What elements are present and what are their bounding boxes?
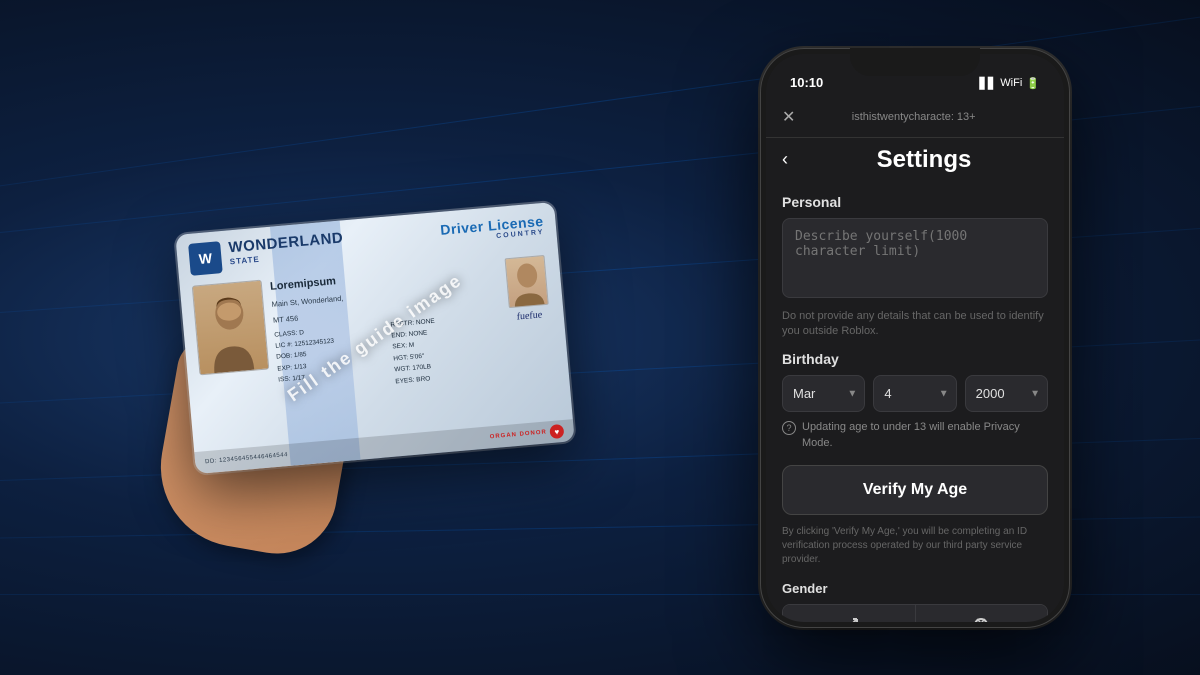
gender-row <box>782 604 1048 621</box>
card-photo2 <box>504 254 548 307</box>
close-button[interactable]: ✕ <box>782 107 795 127</box>
month-select-wrap: JanFebMar AprMayJun JulAugSep OctNovDec … <box>782 375 865 412</box>
phone-content: Personal Do not provide any details that… <box>766 182 1064 622</box>
organ-donor-text: ORGAN DONOR <box>489 429 547 440</box>
phone-nav-bar: ‹ Settings <box>766 138 1064 182</box>
card-info: Loremipsum Main St, Wonderland, MT 456 C… <box>269 259 504 397</box>
phone-top-bar: ✕ isthistwentycharacte: 13+ <box>766 98 1064 138</box>
page-title: Settings <box>800 146 1048 174</box>
scene: Fill the guide image W WONDERLAND STATE … <box>0 0 1200 675</box>
month-select[interactable]: JanFebMar AprMayJun JulAugSep OctNovDec <box>782 375 865 412</box>
personal-section-label: Personal <box>782 194 1048 210</box>
privacy-mode-text: Updating age to under 13 will enable Pri… <box>802 420 1048 451</box>
id-card-section: Fill the guide image W WONDERLAND STATE … <box>115 78 635 598</box>
phone-status-icons: ▋▋ WiFi 🔋 <box>979 77 1040 90</box>
year-select-wrap: 199920002001 ▼ <box>965 375 1048 412</box>
app-name-label: isthistwentycharacte: 13+ <box>852 111 976 123</box>
battery-icon: 🔋 <box>1026 77 1040 90</box>
wifi-icon: WiFi <box>1000 77 1022 89</box>
day-select-wrap: 1234 567 ▼ <box>873 375 956 412</box>
phone: 10:10 ▋▋ WiFi 🔋 ✕ isthistwentycharacte: … <box>760 48 1070 628</box>
card-bottom: DD: 123456455446464544 ORGAN DONOR ♥ <box>194 419 574 474</box>
day-select[interactable]: 1234 567 <box>873 375 956 412</box>
verify-age-button[interactable]: Verify My Age <box>782 465 1048 515</box>
phone-time: 10:10 <box>790 75 823 90</box>
card-signature: fuefue <box>516 309 541 322</box>
card-barcode: DD: 123456455446464544 <box>205 452 288 465</box>
phone-screen: 10:10 ▋▋ WiFi 🔋 ✕ isthistwentycharacte: … <box>766 54 1064 622</box>
birthday-label: Birthday <box>782 351 1048 367</box>
birthday-row: JanFebMar AprMayJun JulAugSep OctNovDec … <box>782 375 1048 412</box>
card-photo <box>192 279 270 375</box>
year-select[interactable]: 199920002001 <box>965 375 1048 412</box>
bio-textarea[interactable] <box>782 218 1048 298</box>
gender-other-option[interactable] <box>916 605 1048 621</box>
privacy-note: Do not provide any details that can be u… <box>782 309 1048 340</box>
privacy-mode-note: ? Updating age to under 13 will enable P… <box>782 420 1048 451</box>
gender-label: Gender <box>782 581 1048 596</box>
card-photo-right: fuefue <box>502 254 557 376</box>
info-icon: ? <box>782 421 796 435</box>
verify-note: By clicking 'Verify My Age,' you will be… <box>782 525 1048 567</box>
hand-area: Fill the guide image W WONDERLAND STATE … <box>175 201 574 473</box>
id-card: Fill the guide image W WONDERLAND STATE … <box>175 201 574 473</box>
phone-section: 10:10 ▋▋ WiFi 🔋 ✕ isthistwentycharacte: … <box>745 48 1085 628</box>
back-button[interactable]: ‹ <box>782 149 788 170</box>
gender-male-option[interactable] <box>783 605 916 621</box>
card-state-info: WONDERLAND STATE <box>228 222 434 265</box>
organ-donor-icon: ♥ <box>549 423 564 438</box>
signal-icon: ▋▋ <box>979 77 996 90</box>
card-logo: W <box>188 241 223 276</box>
organ-donor: ORGAN DONOR ♥ <box>489 423 564 443</box>
phone-notch <box>850 48 980 76</box>
card-title-right: Driver License COUNTRY <box>440 212 545 244</box>
